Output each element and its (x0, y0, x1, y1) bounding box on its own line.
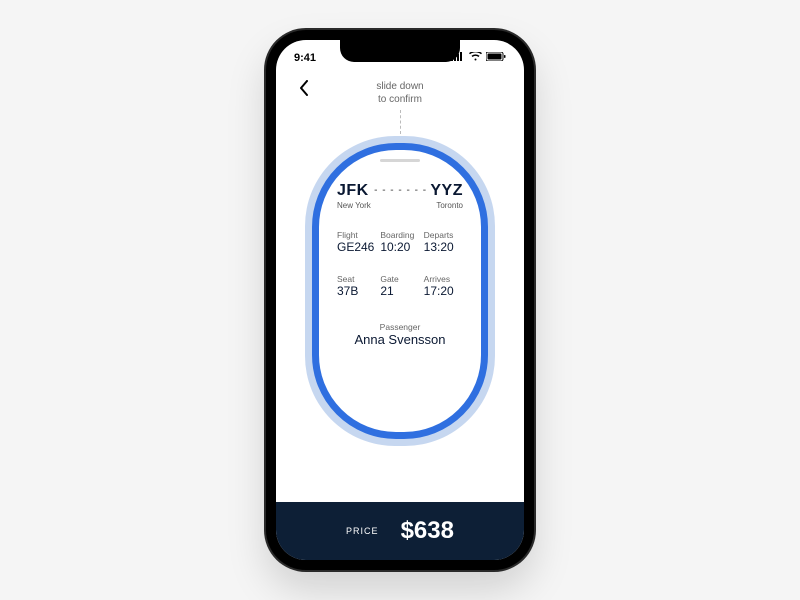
departs-label: Departs (424, 230, 463, 240)
hint-line-2: to confirm (376, 93, 423, 106)
arrives-label: Arrives (424, 274, 463, 284)
to-code: YYZ (430, 182, 463, 200)
seat-label: Seat (337, 274, 376, 284)
status-icons (451, 52, 506, 64)
gate-cell: Gate 21 (380, 274, 419, 298)
passenger-name: Anna Svensson (354, 332, 445, 347)
price-label: PRICE (346, 526, 379, 536)
route-row: JFK New York - - - - - - - YYZ Toronto (337, 182, 463, 210)
ticket-pill-outer: JFK New York - - - - - - - YYZ Toronto F… (305, 136, 495, 446)
gate-value: 21 (380, 284, 419, 298)
passenger-block: Passenger Anna Svensson (354, 322, 445, 347)
gate-label: Gate (380, 274, 419, 284)
departs-cell: Departs 13:20 (424, 230, 463, 254)
boarding-value: 10:20 (380, 240, 419, 254)
flight-cell: Flight GE246 (337, 230, 376, 254)
phone-frame: 9:41 slide down to confirm (266, 30, 534, 570)
phone-notch (340, 40, 460, 62)
passenger-label: Passenger (354, 322, 445, 332)
drag-handle[interactable] (380, 159, 420, 162)
flight-value: GE246 (337, 240, 376, 254)
boarding-cell: Boarding 10:20 (380, 230, 419, 254)
route-to: YYZ Toronto (430, 182, 463, 210)
route-dots: - - - - - - - (374, 182, 427, 196)
price-footer: PRICE $638 (276, 502, 524, 560)
confirm-hint: slide down to confirm (376, 80, 423, 106)
boarding-label: Boarding (380, 230, 419, 240)
seat-value: 37B (337, 284, 376, 298)
ticket-card[interactable]: JFK New York - - - - - - - YYZ Toronto F… (312, 143, 488, 439)
flight-label: Flight (337, 230, 376, 240)
clock-time: 9:41 (294, 52, 316, 64)
route-from: JFK New York (337, 182, 371, 210)
hint-line-1: slide down (376, 80, 423, 93)
departs-value: 13:20 (424, 240, 463, 254)
from-code: JFK (337, 182, 371, 200)
price-value: $638 (401, 517, 454, 545)
card-wrap: JFK New York - - - - - - - YYZ Toronto F… (276, 136, 524, 502)
chevron-left-icon (299, 80, 309, 96)
arrives-cell: Arrives 17:20 (424, 274, 463, 298)
to-city: Toronto (436, 201, 463, 210)
header: slide down to confirm (276, 70, 524, 134)
hint-dash-line (400, 110, 401, 134)
from-city: New York (337, 201, 371, 210)
details-row-1: Flight GE246 Boarding 10:20 Departs 13:2… (337, 230, 463, 254)
back-button[interactable] (292, 76, 316, 100)
details-row-2: Seat 37B Gate 21 Arrives 17:20 (337, 274, 463, 298)
arrives-value: 17:20 (424, 284, 463, 298)
wifi-icon (469, 52, 482, 64)
app-screen: 9:41 slide down to confirm (276, 40, 524, 560)
seat-cell: Seat 37B (337, 274, 376, 298)
battery-icon (486, 52, 506, 64)
